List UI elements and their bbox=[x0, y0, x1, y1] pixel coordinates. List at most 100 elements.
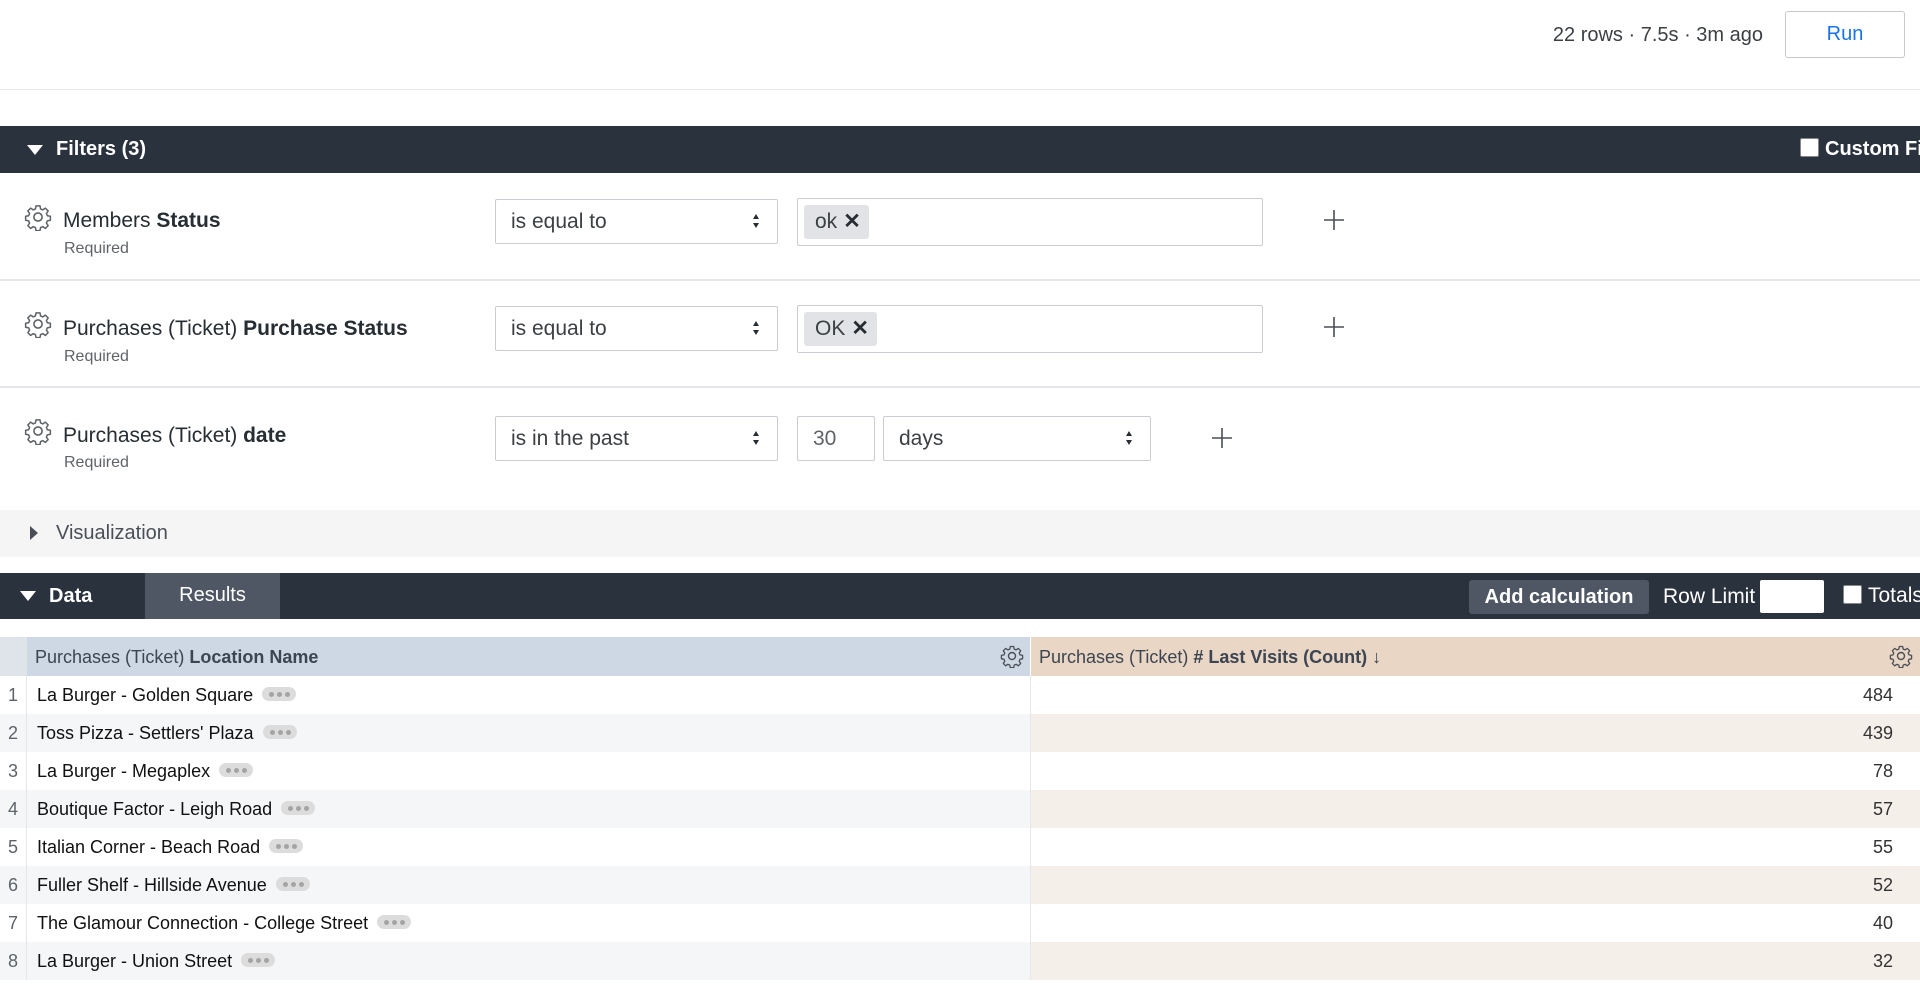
location-name-text: La Burger - Union Street bbox=[37, 951, 233, 971]
plus-icon[interactable] bbox=[1323, 316, 1345, 338]
filter-view-name: Members bbox=[63, 209, 151, 232]
last-visits-count-cell[interactable]: 32 bbox=[1031, 942, 1920, 980]
row-actions-icon[interactable] bbox=[377, 915, 412, 929]
sort-desc-icon: ↓ bbox=[1372, 647, 1382, 667]
totals-checkbox[interactable] bbox=[1843, 585, 1862, 604]
custom-filter-label: Custom Fi bbox=[1825, 138, 1920, 160]
filters-title: Filters (3) bbox=[56, 138, 147, 160]
location-name-cell[interactable]: Fuller Shelf - Hillside Avenue bbox=[27, 866, 1031, 904]
row-number: 5 bbox=[0, 828, 27, 866]
row-actions-icon[interactable] bbox=[262, 687, 297, 701]
add-calculation-button[interactable]: Add calculation bbox=[1469, 580, 1649, 614]
gear-icon[interactable] bbox=[1000, 644, 1024, 668]
select-arrows-icon bbox=[1126, 431, 1132, 445]
filter-view-name: Purchases (Ticket) bbox=[63, 424, 238, 447]
row-number: 3 bbox=[0, 752, 27, 790]
location-name-cell[interactable]: Italian Corner - Beach Road bbox=[27, 828, 1031, 866]
operator-select[interactable]: is equal to bbox=[495, 199, 778, 244]
run-button[interactable]: Run bbox=[1785, 11, 1905, 58]
table-row: 2 Toss Pizza - Settlers' Plaza 439 bbox=[0, 714, 1920, 752]
row-actions-icon[interactable] bbox=[241, 953, 276, 967]
location-name-cell[interactable]: The Glamour Connection - College Street bbox=[27, 904, 1031, 942]
filter-view-name: Purchases (Ticket) bbox=[63, 317, 238, 340]
column-header-last-visits[interactable]: Purchases (Ticket) # Last Visits (Count)… bbox=[1031, 637, 1920, 676]
operator-select[interactable]: is equal to bbox=[495, 306, 778, 351]
location-name-text: Italian Corner - Beach Road bbox=[37, 837, 261, 857]
location-name-cell[interactable]: Boutique Factor - Leigh Road bbox=[27, 790, 1031, 828]
location-name-text: Toss Pizza - Settlers' Plaza bbox=[37, 723, 254, 743]
remove-x-icon[interactable]: ✕ bbox=[843, 210, 861, 233]
gear-icon[interactable] bbox=[24, 203, 52, 231]
location-name-cell[interactable]: La Burger - Golden Square bbox=[27, 676, 1031, 714]
run-info: 22 rows · 7.5s · 3m ago bbox=[1552, 24, 1763, 46]
gear-icon[interactable] bbox=[24, 417, 52, 445]
last-visits-count-cell[interactable]: 78 bbox=[1031, 752, 1920, 790]
duration-unit-select[interactable]: days bbox=[883, 416, 1151, 461]
operator-select[interactable]: is in the past bbox=[495, 416, 778, 461]
row-actions-icon[interactable] bbox=[219, 763, 254, 777]
plus-icon[interactable] bbox=[1323, 209, 1345, 231]
location-name-cell[interactable]: La Burger - Megaplex bbox=[27, 752, 1031, 790]
row-number: 1 bbox=[0, 676, 27, 714]
table-row: 6 Fuller Shelf - Hillside Avenue 52 bbox=[0, 866, 1920, 904]
filter-field-name: Purchase Status bbox=[243, 317, 408, 340]
chip-value: OK bbox=[815, 317, 846, 340]
last-visits-count-cell[interactable]: 484 bbox=[1031, 676, 1920, 714]
gear-icon[interactable] bbox=[1889, 644, 1913, 668]
select-arrows-icon bbox=[753, 214, 759, 228]
last-visits-count-cell[interactable]: 55 bbox=[1031, 828, 1920, 866]
operator-value: is in the past bbox=[511, 427, 629, 450]
row-number: 8 bbox=[0, 942, 27, 980]
visualization-title: Visualization bbox=[56, 522, 168, 544]
column-header-location-name[interactable]: Purchases (Ticket) Location Name bbox=[27, 637, 1030, 676]
required-label: Required bbox=[64, 348, 129, 365]
caret-right-icon bbox=[30, 526, 38, 540]
caret-down-icon[interactable] bbox=[20, 591, 36, 601]
gear-icon[interactable] bbox=[24, 310, 52, 338]
data-header: Data Results Add calculation Row Limit T… bbox=[0, 573, 1920, 619]
row-limit-input[interactable] bbox=[1760, 580, 1824, 613]
caret-down-icon bbox=[27, 145, 43, 155]
plus-icon[interactable] bbox=[1211, 427, 1233, 449]
filter-value-field[interactable]: ok ✕ bbox=[797, 198, 1263, 246]
row-number-header bbox=[0, 637, 27, 676]
duration-unit-value: days bbox=[899, 427, 944, 450]
row-actions-icon[interactable] bbox=[262, 725, 297, 739]
location-name-cell[interactable]: Toss Pizza - Settlers' Plaza bbox=[27, 714, 1031, 752]
data-tab[interactable]: Data bbox=[49, 585, 92, 608]
last-visits-count-cell[interactable]: 40 bbox=[1031, 904, 1920, 942]
tab-results[interactable]: Results bbox=[145, 573, 280, 619]
totals-toggle[interactable]: Totals bbox=[1843, 584, 1920, 608]
table-row: 5 Italian Corner - Beach Road 55 bbox=[0, 828, 1920, 866]
filter-row-members-status: Members Status Required is equal to ok ✕ bbox=[0, 173, 1920, 281]
row-actions-icon[interactable] bbox=[281, 801, 316, 815]
filter-row-purchase-status: Purchases (Ticket) Purchase Status Requi… bbox=[0, 280, 1920, 388]
column-view-name: Purchases (Ticket) bbox=[35, 647, 185, 667]
filter-label: Purchases (Ticket) Purchase Status bbox=[63, 317, 408, 341]
filter-field-name: date bbox=[243, 424, 287, 447]
last-visits-count-cell[interactable]: 439 bbox=[1031, 714, 1920, 752]
custom-filter-toggle[interactable]: Custom Fi bbox=[1800, 138, 1920, 161]
column-header-label: Purchases (Ticket) # Last Visits (Count)… bbox=[1039, 647, 1381, 668]
chip-value: ok bbox=[815, 210, 838, 233]
last-visits-count-cell[interactable]: 57 bbox=[1031, 790, 1920, 828]
last-visits-count-cell[interactable]: 52 bbox=[1031, 866, 1920, 904]
filter-label: Purchases (Ticket) date bbox=[63, 424, 286, 448]
table-row: 8 La Burger - Union Street 32 bbox=[0, 942, 1920, 980]
custom-filter-checkbox[interactable] bbox=[1800, 138, 1819, 157]
row-actions-icon[interactable] bbox=[269, 839, 304, 853]
visualization-header[interactable]: Visualization bbox=[0, 510, 1920, 557]
location-name-text: The Glamour Connection - College Street bbox=[37, 913, 369, 933]
row-number: 2 bbox=[0, 714, 27, 752]
filter-value-field[interactable]: OK ✕ bbox=[797, 305, 1263, 353]
remove-x-icon[interactable]: ✕ bbox=[851, 317, 869, 340]
row-number: 7 bbox=[0, 904, 27, 942]
filter-label: Members Status bbox=[63, 209, 221, 233]
select-arrows-icon bbox=[753, 321, 759, 335]
filters-header[interactable]: Filters (3) Custom Fi bbox=[0, 126, 1920, 173]
location-name-text: Fuller Shelf - Hillside Avenue bbox=[37, 875, 267, 895]
duration-number-input[interactable]: 30 bbox=[797, 416, 875, 461]
row-number: 6 bbox=[0, 866, 27, 904]
row-actions-icon[interactable] bbox=[275, 877, 310, 891]
location-name-cell[interactable]: La Burger - Union Street bbox=[27, 942, 1031, 980]
